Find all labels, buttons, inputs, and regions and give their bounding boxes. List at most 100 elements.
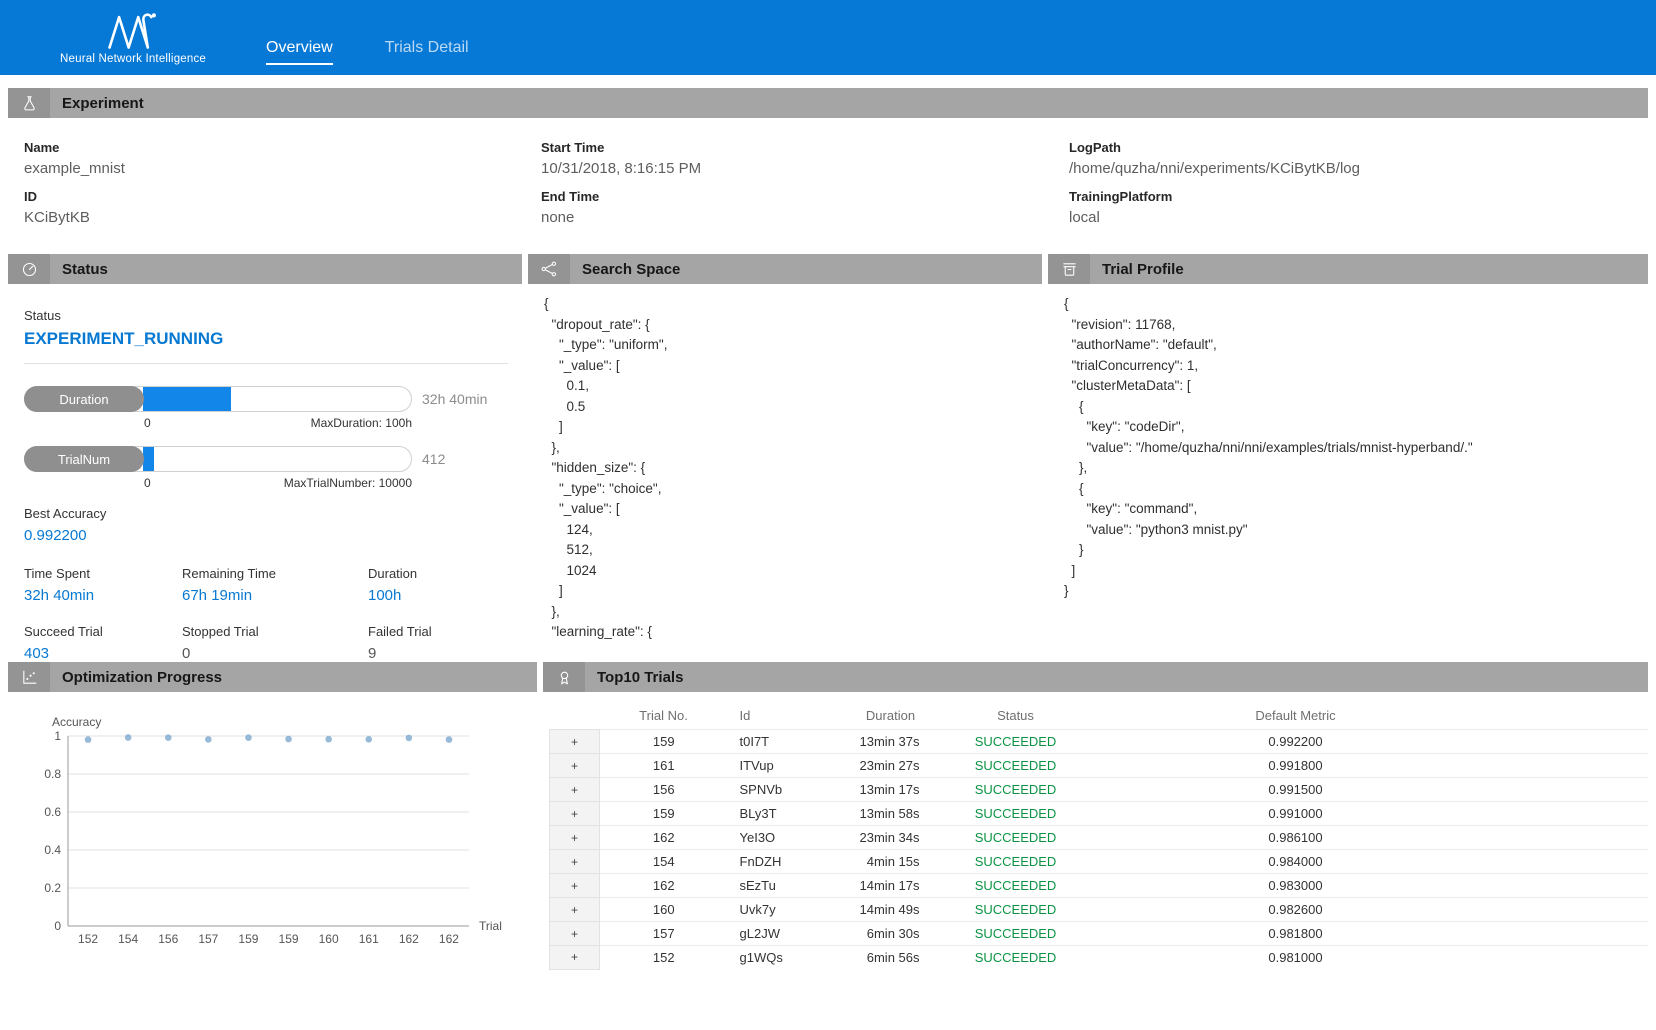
expand-row-button[interactable]: +	[550, 874, 600, 898]
tab-trials-detail[interactable]: Trials Detail	[385, 39, 469, 65]
status-cell: SUCCEEDED	[946, 850, 1086, 874]
flask-icon	[8, 88, 50, 118]
id-cell: sEzTu	[728, 874, 836, 898]
stat-failed-trial: Failed Trial9	[368, 624, 508, 662]
id-cell: BLy3T	[728, 802, 836, 826]
status-cell: SUCCEEDED	[946, 826, 1086, 850]
trial-profile-scroll[interactable]: { "revision": 11768, "authorName": "defa…	[1048, 284, 1648, 654]
expand-row-button[interactable]: +	[550, 898, 600, 922]
svg-text:152: 152	[78, 932, 98, 946]
duration-cell: 4min 15s	[836, 850, 946, 874]
stat-value: 0	[182, 645, 368, 662]
divider	[24, 363, 508, 364]
experiment-column: LogPath/home/quzha/nni/experiments/KCiBy…	[1069, 128, 1632, 226]
metric-cell: 0.991500	[1086, 778, 1506, 802]
id-cell: t0I7T	[728, 730, 836, 754]
column-header-status: Status	[946, 702, 1086, 730]
stat-stopped-trial: Stopped Trial 0	[182, 624, 368, 662]
trialnum-bar-fill	[143, 447, 154, 471]
stat-value: 9	[368, 645, 508, 662]
stat-succeed-trial: Succeed Trial403	[24, 624, 182, 662]
brand-name: Neural Network Intelligence	[60, 53, 206, 65]
experiment-column: Nameexample_mnistIDKCiBytKB	[24, 128, 541, 226]
trial-no-cell: 161	[600, 754, 728, 778]
expand-row-button[interactable]: +	[550, 826, 600, 850]
status-title: Status	[62, 261, 108, 278]
filler-cell	[1506, 946, 1649, 970]
svg-text:Trial: Trial	[479, 919, 502, 933]
expand-row-button[interactable]: +	[550, 922, 600, 946]
status-cell: SUCCEEDED	[946, 874, 1086, 898]
filler-cell	[1506, 898, 1649, 922]
search-space-scroll[interactable]: { "dropout_rate": { "_type": "uniform", …	[528, 284, 1042, 654]
trialnum-min: 0	[144, 476, 151, 490]
column-header-id: Id	[728, 702, 836, 730]
optimization-progress-title: Optimization Progress	[62, 669, 222, 686]
stat-value: 32h 40min	[24, 587, 182, 604]
duration-progress: Duration 32h 40min 0 MaxDuration: 100h	[24, 386, 508, 430]
tab-overview[interactable]: Overview	[266, 39, 333, 65]
trial-no-cell: 157	[600, 922, 728, 946]
experiment-column: Start Time10/31/2018, 8:16:15 PMEnd Time…	[541, 128, 1069, 226]
experiment-title: Experiment	[62, 95, 144, 112]
duration-cell: 14min 49s	[836, 898, 946, 922]
filler-cell	[1506, 850, 1649, 874]
top10-body: +159t0I7T13min 37sSUCCEEDED0.992200+161I…	[550, 730, 1649, 970]
metric-cell: 0.991000	[1086, 802, 1506, 826]
table-row: +157gL2JW6min 30sSUCCEEDED0.981800	[550, 922, 1649, 946]
experiment-header: Experiment	[8, 88, 1648, 118]
trial-profile-json: { "revision": 11768, "authorName": "defa…	[1064, 294, 1644, 602]
top-navbar: Neural Network Intelligence Overview Tria…	[0, 0, 1656, 75]
expand-row-button[interactable]: +	[550, 754, 600, 778]
trialnum-progress: TrialNum 412 0 MaxTrialNumber: 10000	[24, 446, 508, 490]
table-row: +154FnDZH4min 15sSUCCEEDED0.984000	[550, 850, 1649, 874]
svg-text:154: 154	[118, 932, 138, 946]
expand-row-button[interactable]: +	[550, 730, 600, 754]
duration-bar-label: Duration	[24, 386, 144, 412]
trial-no-cell: 159	[600, 802, 728, 826]
metric-cell: 0.983000	[1086, 874, 1506, 898]
network-icon	[528, 254, 570, 284]
svg-text:161: 161	[359, 932, 379, 946]
trial-no-cell: 156	[600, 778, 728, 802]
status-cell: SUCCEEDED	[946, 946, 1086, 970]
svg-text:162: 162	[439, 932, 459, 946]
stat-label: Remaining Time	[182, 566, 368, 581]
scatter-chart-icon	[8, 662, 50, 692]
trial-no-cell: 154	[600, 850, 728, 874]
trial-no-cell: 162	[600, 826, 728, 850]
svg-text:156: 156	[158, 932, 178, 946]
expand-row-button[interactable]: +	[550, 802, 600, 826]
gauge-icon	[8, 254, 50, 284]
field-label-trainingplatform: TrainingPlatform	[1069, 189, 1632, 204]
status-cell: SUCCEEDED	[946, 754, 1086, 778]
trialnum-progress-bar: TrialNum	[24, 446, 412, 472]
duration-cell: 6min 56s	[836, 946, 946, 970]
filler-cell	[1506, 922, 1649, 946]
column-header-duration: Duration	[836, 702, 946, 730]
expand-row-button[interactable]: +	[550, 850, 600, 874]
stat-label: Time Spent	[24, 566, 182, 581]
filler-cell	[1506, 802, 1649, 826]
expand-row-button[interactable]: +	[550, 778, 600, 802]
trial-no-cell: 159	[600, 730, 728, 754]
duration-cell: 13min 17s	[836, 778, 946, 802]
svg-text:0.6: 0.6	[44, 805, 61, 819]
id-cell: FnDZH	[728, 850, 836, 874]
stat-value: 403	[24, 645, 182, 662]
duration-bar-fill	[143, 387, 231, 411]
table-row: +161ITVup23min 27sSUCCEEDED0.991800	[550, 754, 1649, 778]
column-header-filler	[1506, 702, 1649, 730]
optimization-progress-header: Optimization Progress	[8, 662, 537, 692]
stat-duration: Duration100h	[368, 566, 508, 604]
metric-cell: 0.991800	[1086, 754, 1506, 778]
filler-cell	[1506, 730, 1649, 754]
duration-value: 32h 40min	[422, 391, 508, 407]
trial-no-cell: 152	[600, 946, 728, 970]
stat-value: 67h 19min	[182, 587, 368, 604]
svg-text:159: 159	[238, 932, 258, 946]
table-row: +162sEzTu14min 17sSUCCEEDED0.983000	[550, 874, 1649, 898]
expand-row-button[interactable]: +	[550, 946, 600, 970]
status-cell: SUCCEEDED	[946, 778, 1086, 802]
stat-label: Stopped Trial	[182, 624, 368, 639]
